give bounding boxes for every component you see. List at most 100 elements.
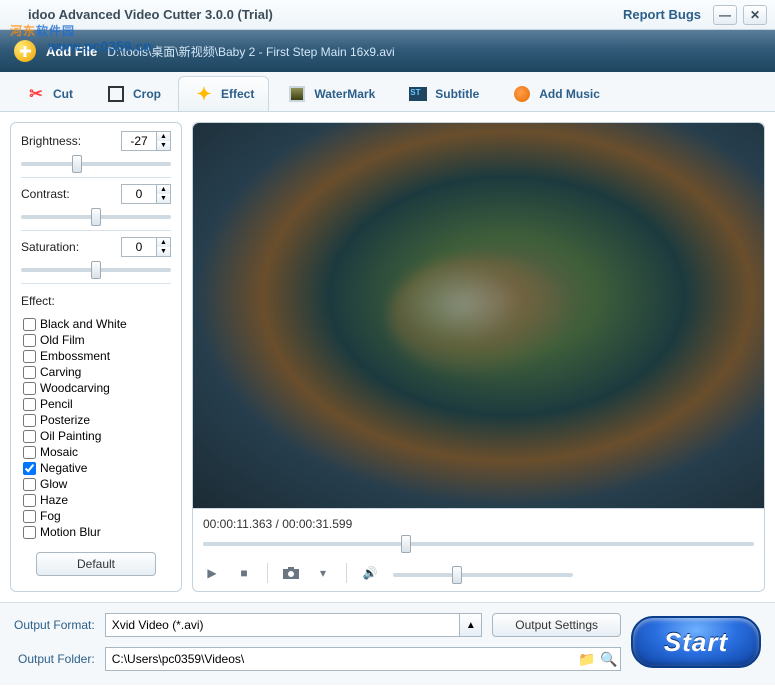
saturation-group: Saturation: ▲▼ xyxy=(21,237,171,284)
current-file-path: D:\tools\桌面\新视频\Baby 2 - First Step Main… xyxy=(107,43,394,60)
effect-item[interactable]: Negative xyxy=(21,460,171,476)
contrast-up[interactable]: ▲ xyxy=(157,185,170,194)
saturation-input[interactable] xyxy=(122,238,156,256)
brightness-down[interactable]: ▼ xyxy=(157,141,170,150)
contrast-input[interactable] xyxy=(122,185,156,203)
effect-item[interactable]: Haze xyxy=(21,492,171,508)
tab-add-music[interactable]: Add Music xyxy=(496,76,615,111)
effect-checkbox[interactable] xyxy=(23,318,36,331)
open-folder-icon[interactable]: 🔍 xyxy=(598,648,620,670)
browse-folder-icon[interactable]: 📁 xyxy=(576,648,598,670)
minimize-button[interactable]: — xyxy=(713,5,737,25)
contrast-slider[interactable] xyxy=(21,215,171,219)
brightness-group: Brightness: ▲▼ xyxy=(21,131,171,178)
time-sep: / xyxy=(272,517,282,531)
title-bar: idoo Advanced Video Cutter 3.0.0 (Trial)… xyxy=(0,0,775,30)
effect-item[interactable]: Embossment xyxy=(21,348,171,364)
volume-icon[interactable]: 🔊 xyxy=(361,564,379,582)
add-file-label[interactable]: Add File xyxy=(46,44,97,59)
tab-cut[interactable]: ✂Cut xyxy=(10,76,88,111)
tab-crop[interactable]: Crop xyxy=(90,76,176,111)
saturation-spinner[interactable]: ▲▼ xyxy=(121,237,171,257)
effect-checkbox[interactable] xyxy=(23,398,36,411)
output-folder-box[interactable]: 📁 🔍 xyxy=(105,647,621,671)
effect-item-label: Carving xyxy=(40,365,81,379)
playback-controls: ▶ ■ ▾ 🔊 xyxy=(203,563,754,583)
effect-checkbox[interactable] xyxy=(23,478,36,491)
tab-watermark[interactable]: WaterMark xyxy=(271,76,390,111)
sparkle-icon: ✦ xyxy=(193,85,215,103)
effect-checkbox[interactable] xyxy=(23,350,36,363)
effect-item[interactable]: Fog xyxy=(21,508,171,524)
effect-item-label: Motion Blur xyxy=(40,525,101,539)
effect-item[interactable]: Oil Painting xyxy=(21,428,171,444)
effect-checkbox[interactable] xyxy=(23,334,36,347)
scissors-icon: ✂ xyxy=(25,85,47,103)
close-button[interactable]: ✕ xyxy=(743,5,767,25)
contrast-spinner[interactable]: ▲▼ xyxy=(121,184,171,204)
contrast-down[interactable]: ▼ xyxy=(157,194,170,203)
tab-add-music-label: Add Music xyxy=(539,87,600,101)
contrast-group: Contrast: ▲▼ xyxy=(21,184,171,231)
play-button[interactable]: ▶ xyxy=(203,564,221,582)
volume-slider[interactable] xyxy=(393,573,573,577)
output-folder-label: Output Folder: xyxy=(14,652,95,666)
effect-item[interactable]: Pencil xyxy=(21,396,171,412)
brightness-slider[interactable] xyxy=(21,162,171,166)
effect-item-label: Old Film xyxy=(40,333,85,347)
effect-item[interactable]: Carving xyxy=(21,364,171,380)
effect-checkbox[interactable] xyxy=(23,414,36,427)
output-format-combo[interactable]: ▲ xyxy=(105,613,483,637)
effect-checkbox[interactable] xyxy=(23,526,36,539)
output-format-value[interactable] xyxy=(106,614,460,636)
brightness-input[interactable] xyxy=(122,132,156,150)
output-format-dropdown-icon[interactable]: ▲ xyxy=(459,614,481,636)
time-total: 00:00:31.599 xyxy=(282,517,352,531)
effect-item[interactable]: Woodcarving xyxy=(21,380,171,396)
default-button[interactable]: Default xyxy=(36,552,156,576)
effect-checkbox[interactable] xyxy=(23,494,36,507)
stop-button[interactable]: ■ xyxy=(235,564,253,582)
effect-item-label: Woodcarving xyxy=(40,381,110,395)
effect-item[interactable]: Posterize xyxy=(21,412,171,428)
effect-item[interactable]: Mosaic xyxy=(21,444,171,460)
output-folder-value[interactable] xyxy=(106,648,576,670)
contrast-label: Contrast: xyxy=(21,187,70,201)
saturation-up[interactable]: ▲ xyxy=(157,238,170,247)
output-area: Output Format: ▲ Output Settings Start O… xyxy=(0,602,775,685)
effect-item-label: Mosaic xyxy=(40,445,78,459)
output-settings-button[interactable]: Output Settings xyxy=(492,613,621,637)
add-file-icon[interactable] xyxy=(14,40,36,62)
effect-item-label: Embossment xyxy=(40,349,110,363)
effect-checkbox[interactable] xyxy=(23,430,36,443)
report-bugs-link[interactable]: Report Bugs xyxy=(623,7,701,22)
snapshot-button[interactable] xyxy=(282,564,300,582)
saturation-slider[interactable] xyxy=(21,268,171,272)
effect-item[interactable]: Black and White xyxy=(21,316,171,332)
music-icon xyxy=(511,85,533,103)
effect-list[interactable]: Black and WhiteOld Film Embossment Carving… xyxy=(21,316,171,540)
tab-effect[interactable]: ✦Effect xyxy=(178,76,269,111)
effect-checkbox[interactable] xyxy=(23,446,36,459)
effect-item[interactable]: Motion Blur xyxy=(21,524,171,540)
brightness-spinner[interactable]: ▲▼ xyxy=(121,131,171,151)
snapshot-settings-icon[interactable]: ▾ xyxy=(314,564,332,582)
effect-checkbox[interactable] xyxy=(23,382,36,395)
effect-checkbox[interactable] xyxy=(23,510,36,523)
seek-bar[interactable] xyxy=(203,535,754,553)
effect-item[interactable]: Glow xyxy=(21,476,171,492)
brightness-up[interactable]: ▲ xyxy=(157,132,170,141)
saturation-down[interactable]: ▼ xyxy=(157,247,170,256)
effect-list-label: Effect: xyxy=(21,294,171,308)
effect-item-label: Posterize xyxy=(40,413,90,427)
effect-checkbox[interactable] xyxy=(23,462,36,475)
effect-item-label: Negative xyxy=(40,461,87,475)
tab-subtitle[interactable]: Subtitle xyxy=(392,76,494,111)
effect-checkbox[interactable] xyxy=(23,366,36,379)
start-button[interactable]: Start xyxy=(631,616,761,668)
effect-item-label: Pencil xyxy=(40,397,73,411)
effect-item[interactable]: Old Film xyxy=(21,332,171,348)
subtitle-icon xyxy=(407,85,429,103)
tab-watermark-label: WaterMark xyxy=(314,87,375,101)
crop-icon xyxy=(105,85,127,103)
